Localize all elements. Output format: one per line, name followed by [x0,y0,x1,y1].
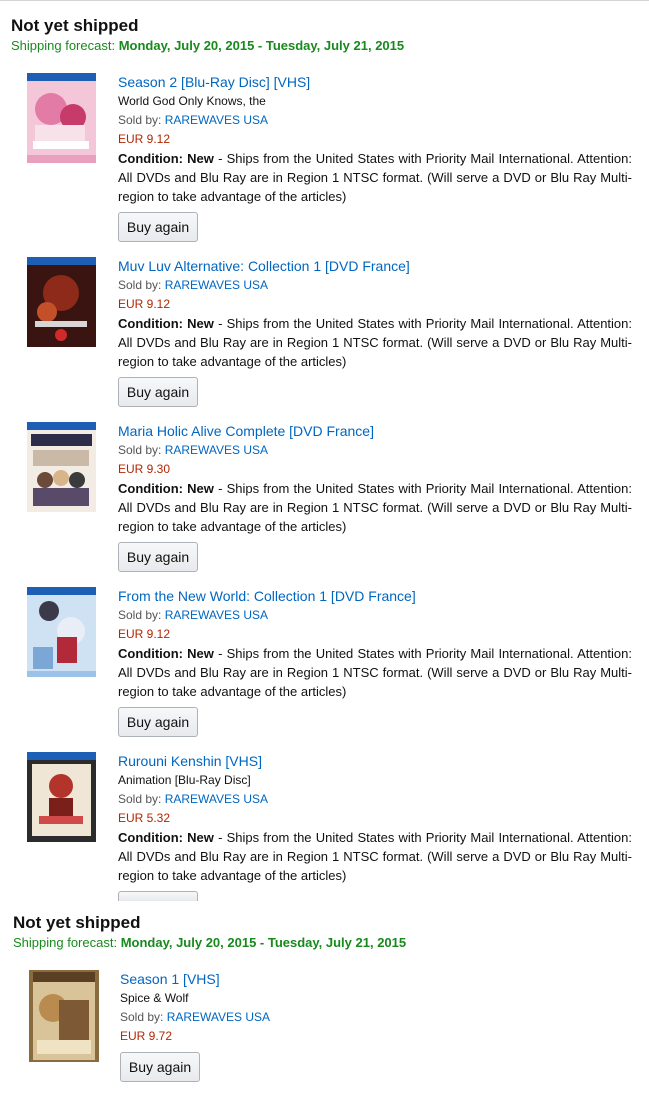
sold-by: Sold by: RAREWAVES USA [118,606,632,625]
product-thumbnail[interactable] [27,73,96,163]
item-title-link[interactable]: Season 2 [Blu-Ray Disc] [VHS] [118,73,632,92]
item-details: Rurouni Kenshin [VHS] Animation [Blu-Ray… [118,752,632,885]
buy-again-button[interactable]: Buy again [118,542,198,572]
sold-by: Sold by: RAREWAVES USA [118,111,632,130]
forecast-label: Shipping forecast: [13,935,118,950]
product-thumbnail[interactable] [27,752,96,842]
item-subtitle: Animation [Blu-Ray Disc] [118,773,251,787]
condition-label: Condition: New [118,646,214,661]
condition-label: Condition: New [118,316,214,331]
sold-by-label: Sold by: [120,1010,164,1024]
product-thumbnail[interactable] [27,587,96,677]
sold-by: Sold by: RAREWAVES USA [120,1008,634,1027]
condition-label: Condition: New [118,151,214,166]
buy-again-button[interactable]: Buy again [118,377,198,407]
sold-by-label: Sold by: [118,113,162,127]
product-thumbnail[interactable] [27,422,96,512]
seller-link[interactable]: RAREWAVES USA [165,278,268,292]
shipping-forecast: Shipping forecast: Monday, July 20, 2015… [11,38,404,53]
buy-again-button[interactable]: Buy again [118,891,198,901]
forecast-dates: Monday, July 20, 2015 - Tuesday, July 21… [118,38,405,53]
item-details: Season 1 [VHS] Spice & Wolf Sold by: RAR… [120,970,634,1046]
item-price: EUR 9.12 [118,297,171,311]
item-price: EUR 5.32 [118,811,171,825]
item-title-link[interactable]: Rurouni Kenshin [VHS] [118,752,632,771]
sold-by: Sold by: RAREWAVES USA [118,790,632,809]
seller-link[interactable]: RAREWAVES USA [167,1010,270,1024]
sold-by: Sold by: RAREWAVES USA [118,441,632,460]
seller-link[interactable]: RAREWAVES USA [165,443,268,457]
seller-link[interactable]: RAREWAVES USA [165,792,268,806]
item-subtitle: World God Only Knows, the [118,94,266,108]
item-condition: Condition: New - Ships from the United S… [118,149,632,206]
seller-link[interactable]: RAREWAVES USA [165,608,268,622]
buy-again-button[interactable]: Buy again [118,707,198,737]
item-subtitle: Spice & Wolf [120,991,189,1005]
item-details: Season 2 [Blu-Ray Disc] [VHS] World God … [118,73,632,206]
item-condition: Condition: New - Ships from the United S… [118,479,632,536]
item-details: Maria Holic Alive Complete [DVD France] … [118,422,632,536]
shipment-status: Not yet shipped [11,16,139,35]
item-price: EUR 9.12 [118,132,171,146]
item-condition: Condition: New - Ships from the United S… [118,314,632,371]
sold-by-label: Sold by: [118,278,162,292]
sold-by-label: Sold by: [118,443,162,457]
item-details: Muv Luv Alternative: Collection 1 [DVD F… [118,257,632,371]
buy-again-button[interactable]: Buy again [120,1052,200,1082]
shipping-forecast: Shipping forecast: Monday, July 20, 2015… [13,935,406,950]
condition-label: Condition: New [118,481,214,496]
forecast-dates: Monday, July 20, 2015 - Tuesday, July 21… [120,935,407,950]
condition-label: Condition: New [118,830,214,845]
item-condition: Condition: New - Ships from the United S… [118,644,632,701]
seller-link[interactable]: RAREWAVES USA [165,113,268,127]
forecast-label: Shipping forecast: [11,38,116,53]
item-title-link[interactable]: From the New World: Collection 1 [DVD Fr… [118,587,632,606]
shipment-status: Not yet shipped [13,913,141,932]
item-title-link[interactable]: Muv Luv Alternative: Collection 1 [DVD F… [118,257,632,276]
product-thumbnail[interactable] [29,970,99,1062]
item-title-link[interactable]: Season 1 [VHS] [120,970,634,989]
item-details: From the New World: Collection 1 [DVD Fr… [118,587,632,701]
sold-by-label: Sold by: [118,792,162,806]
sold-by: Sold by: RAREWAVES USA [118,276,632,295]
item-condition: Condition: New - Ships from the United S… [118,828,632,885]
item-price: EUR 9.72 [120,1029,173,1043]
buy-again-button[interactable]: Buy again [118,212,198,242]
item-price: EUR 9.12 [118,627,171,641]
item-price: EUR 9.30 [118,462,171,476]
top-divider [0,0,649,1]
sold-by-label: Sold by: [118,608,162,622]
item-title-link[interactable]: Maria Holic Alive Complete [DVD France] [118,422,632,441]
product-thumbnail[interactable] [27,257,96,347]
